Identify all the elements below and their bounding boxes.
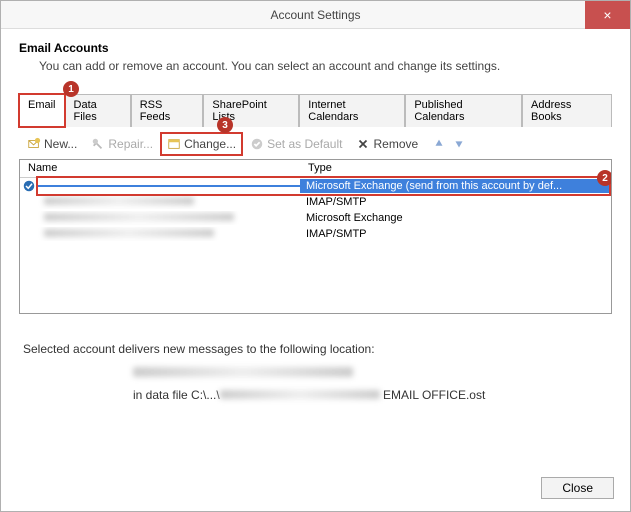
section-title: Email Accounts: [19, 41, 612, 55]
tabs: Email Data Files RSS Feeds SharePoint Li…: [19, 93, 612, 127]
dialog-footer: Close: [541, 477, 614, 499]
check-icon: [250, 137, 264, 151]
tab-internet-calendars[interactable]: Internet Calendars: [299, 94, 405, 127]
row-type: Microsoft Exchange: [300, 211, 611, 225]
account-row[interactable]: IMAP/SMTP: [20, 226, 611, 242]
tab-data-files[interactable]: Data Files: [65, 94, 131, 127]
tab-email[interactable]: Email: [19, 94, 65, 127]
row-name: [38, 185, 300, 187]
window-title: Account Settings: [270, 8, 360, 22]
account-row[interactable]: Microsoft Exchange: [20, 210, 611, 226]
new-button[interactable]: New...: [23, 135, 81, 153]
toolbar: New... Repair... Change... Set as Defaul…: [19, 127, 612, 159]
tab-published-calendars[interactable]: Published Calendars: [405, 94, 522, 127]
default-check-icon: [20, 180, 38, 192]
repair-label: Repair...: [108, 137, 153, 151]
remove-icon: [356, 137, 370, 151]
callout-badge-3: 3: [217, 117, 233, 133]
change-icon: [167, 137, 181, 151]
change-button[interactable]: Change...: [163, 135, 240, 153]
accounts-list: Name Type Microsoft Exchange (send from …: [19, 159, 612, 314]
row-type: IMAP/SMTP: [300, 195, 611, 209]
row-type: IMAP/SMTP: [300, 227, 611, 241]
column-name[interactable]: Name: [20, 160, 300, 177]
list-header: Name Type: [20, 160, 611, 178]
account-row-selected[interactable]: Microsoft Exchange (send from this accou…: [20, 178, 611, 194]
close-icon: ×: [603, 1, 611, 29]
move-up-icon[interactable]: [432, 137, 446, 151]
column-type[interactable]: Type: [300, 160, 611, 177]
close-button[interactable]: Close: [541, 477, 614, 499]
new-label: New...: [44, 137, 77, 151]
delivery-path: in data file C:\...\ EMAIL OFFICE.ost: [133, 388, 612, 402]
remove-label: Remove: [373, 137, 418, 151]
delivery-account: [133, 366, 612, 380]
repair-button: Repair...: [87, 135, 157, 153]
set-default-button: Set as Default: [246, 135, 346, 153]
repair-icon: [91, 137, 105, 151]
callout-badge-1: 1: [63, 81, 79, 97]
delivery-intro: Selected account delivers new messages t…: [23, 342, 612, 356]
remove-button[interactable]: Remove: [352, 135, 422, 153]
change-label: Change...: [184, 137, 236, 151]
tab-rss-feeds[interactable]: RSS Feeds: [131, 94, 204, 127]
callout-badge-2: 2: [597, 170, 612, 186]
row-type: Microsoft Exchange (send from this accou…: [300, 179, 611, 193]
account-row[interactable]: IMAP/SMTP: [20, 194, 611, 210]
row-name: [38, 211, 300, 225]
delivery-info: Selected account delivers new messages t…: [23, 342, 612, 402]
default-label: Set as Default: [267, 137, 342, 151]
row-name: [38, 227, 300, 241]
move-down-icon[interactable]: [452, 137, 466, 151]
tab-address-books[interactable]: Address Books: [522, 94, 612, 127]
titlebar: Account Settings ×: [1, 1, 630, 29]
section-desc: You can add or remove an account. You ca…: [39, 59, 612, 73]
window-close-button[interactable]: ×: [585, 1, 630, 29]
new-icon: [27, 137, 41, 151]
row-name: [38, 195, 300, 209]
